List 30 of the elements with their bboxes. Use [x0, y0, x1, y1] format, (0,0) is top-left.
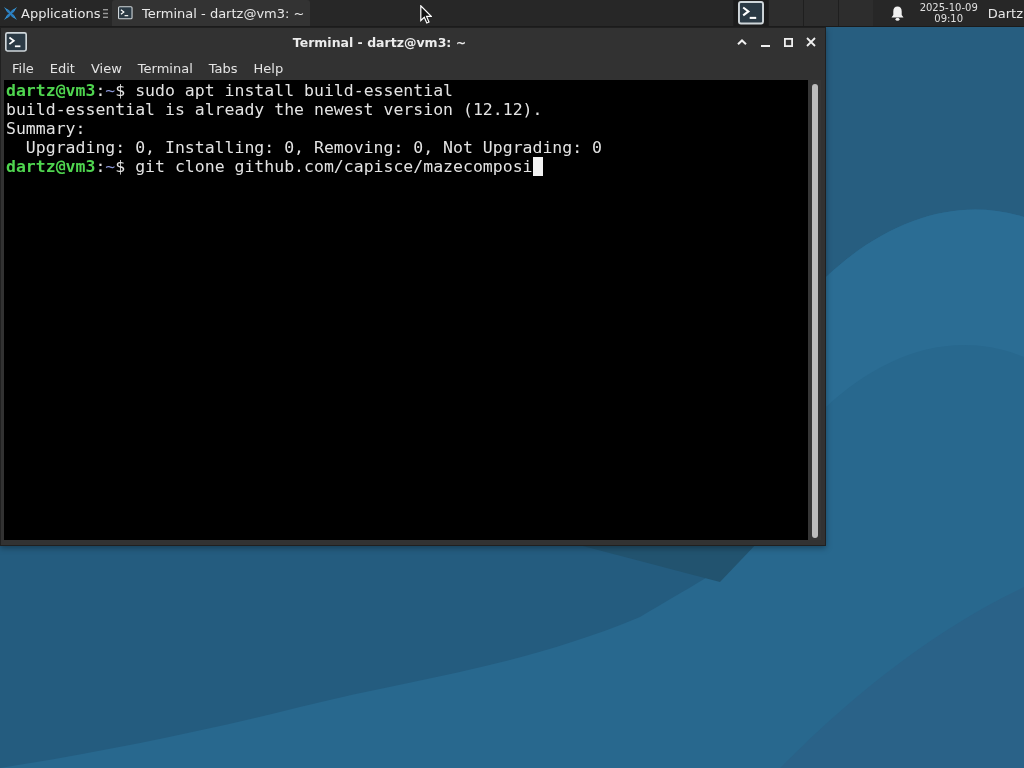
chevron-up-icon: [737, 39, 747, 45]
applications-menu-button[interactable]: Applications: [0, 0, 111, 26]
cross-logo-icon: [3, 5, 18, 21]
menu-item[interactable]: File: [4, 58, 42, 78]
output-line: build-essential is already the newest version (12.12).: [6, 100, 543, 119]
taskbar-button[interactable]: Terminal - dartz@vm3: ~: [112, 0, 311, 26]
menu-item[interactable]: Tabs: [200, 58, 246, 78]
window-thumbnail-icon: [737, 1, 764, 25]
terminal-icon: [118, 6, 133, 20]
window-title: Terminal - dartz@vm3: ~: [291, 34, 468, 50]
close-icon: [806, 37, 816, 47]
bell-icon: [890, 5, 904, 21]
clock-time: 09:10: [934, 13, 964, 24]
drag-handle-icon: [103, 8, 109, 18]
output-line: Summary:: [6, 119, 86, 138]
maximize-icon: [783, 37, 793, 47]
command-line: dartz@vm3:~$ git clone github.com/capisce/mazecomposi: [6, 157, 533, 176]
menu-item[interactable]: Help: [245, 58, 292, 78]
mouse-pointer-icon: [420, 5, 432, 24]
terminal-icon: [5, 32, 27, 52]
menu-item[interactable]: Edit: [41, 58, 83, 78]
workspace-button[interactable]: [732, 0, 768, 26]
command-line: dartz@vm3:~$ sudo apt install build-essential: [6, 81, 454, 100]
menu-item[interactable]: View: [82, 58, 130, 78]
output-line: Upgrading: 0, Installing: 0, Removing: 0, Not Upgrading: 0: [24, 138, 603, 157]
scrollbar-thumb[interactable]: [811, 84, 818, 538]
user-menu-button[interactable]: Dartz: [987, 0, 1024, 26]
minimize-icon: [760, 45, 770, 47]
menu-item[interactable]: Terminal: [129, 58, 201, 78]
clock-date: 2025-10-09: [919, 2, 978, 13]
